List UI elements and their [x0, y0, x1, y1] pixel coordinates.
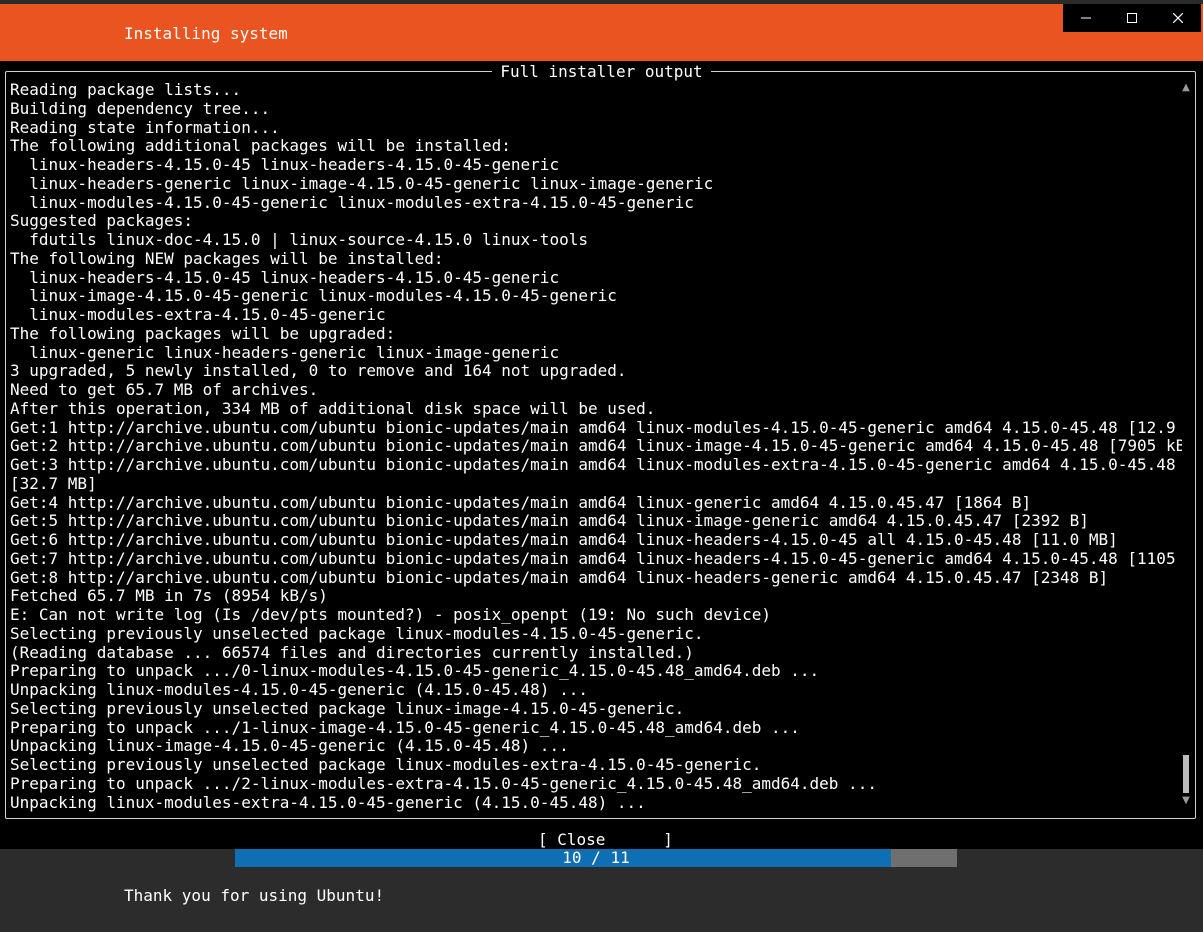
minimize-button[interactable] [1063, 4, 1109, 32]
log-line: Get:5 http://archive.ubuntu.com/ubuntu b… [10, 511, 1089, 531]
log-line: linux-modules-extra-4.15.0-45-generic [10, 305, 386, 324]
log-scrollbar[interactable]: ▲ ▼ [1180, 80, 1192, 810]
log-line: The following packages will be upgraded: [10, 323, 396, 343]
log-line: [32.7 MB] [10, 473, 97, 493]
progress-bar: 10 / 11 [235, 849, 957, 867]
log-line: Get:7 http://archive.ubuntu.com/ubuntu b… [10, 548, 1182, 568]
scroll-down-arrow-icon[interactable]: ▼ [1181, 795, 1191, 807]
log-line: Unpacking linux-modules-extra-4.15.0-45-… [10, 792, 646, 812]
minimize-icon [1081, 17, 1091, 19]
installer-header: Installing system [0, 4, 1203, 61]
log-line: fdutils linux-doc-4.15.0 | linux-source-… [10, 230, 588, 249]
log-line: Reading package lists... [10, 81, 242, 99]
close-button[interactable]: [ Close ] [538, 831, 673, 849]
maximize-icon [1127, 13, 1137, 23]
log-line: linux-image-4.15.0-45-generic linux-modu… [10, 286, 617, 306]
maximize-button[interactable] [1109, 4, 1155, 32]
installer-footer: 10 / 11 Thank you for using Ubuntu! [0, 849, 1203, 932]
log-line: Building dependency tree... [10, 98, 271, 118]
log-line: Selecting previously unselected package … [10, 623, 704, 643]
scroll-thumb[interactable] [1183, 755, 1189, 793]
log-line: linux-modules-4.15.0-45-generic linux-mo… [10, 192, 694, 212]
window-controls [1063, 4, 1201, 32]
log-line: Get:6 http://archive.ubuntu.com/ubuntu b… [10, 530, 1118, 549]
log-line: linux-headers-4.15.0-45 linux-headers-4.… [10, 267, 560, 287]
log-line: Preparing to unpack .../1-linux-image-4.… [10, 717, 800, 737]
log-line: Suggested packages: [10, 211, 194, 231]
log-line: Preparing to unpack .../2-linux-modules-… [10, 773, 877, 793]
log-line: Preparing to unpack .../0-linux-modules-… [10, 661, 820, 681]
installer-log[interactable]: Reading package lists... Building depende… [10, 81, 1182, 816]
log-line: Get:3 http://archive.ubuntu.com/ubuntu b… [10, 455, 1176, 474]
progress-text: 10 / 11 [562, 848, 630, 867]
log-line: Reading state information... [10, 117, 280, 137]
log-line: Get:1 http://archive.ubuntu.com/ubuntu b… [10, 417, 1182, 437]
output-frame-title: Full installer output [0, 62, 1203, 81]
output-title-text: Full installer output [492, 62, 711, 81]
log-line: 3 upgraded, 5 newly installed, 0 to remo… [10, 361, 627, 381]
footer-message: Thank you for using Ubuntu! [124, 886, 385, 905]
scroll-up-arrow-icon[interactable]: ▲ [1181, 82, 1191, 94]
log-line: Unpacking linux-modules-4.15.0-45-generi… [10, 680, 588, 699]
log-line: Need to get 65.7 MB of archives. [10, 380, 319, 399]
page-title: Installing system [124, 24, 288, 43]
log-line: E: Can not write log (Is /dev/pts mounte… [10, 605, 771, 624]
close-icon [1173, 13, 1183, 23]
log-line: Get:4 http://archive.ubuntu.com/ubuntu b… [10, 492, 1032, 512]
log-line: Unpacking linux-image-4.15.0-45-generic … [10, 736, 569, 756]
log-line: After this operation, 334 MB of addition… [10, 398, 656, 418]
log-line: linux-headers-generic linux-image-4.15.0… [10, 173, 714, 193]
log-line: Selecting previously unselected package … [10, 698, 685, 718]
log-line: The following NEW packages will be insta… [10, 248, 444, 268]
log-line: Selecting previously unselected package … [10, 755, 762, 774]
log-line: Get:2 http://archive.ubuntu.com/ubuntu b… [10, 436, 1182, 456]
log-line: The following additional packages will b… [10, 136, 511, 156]
log-line: Get:8 http://archive.ubuntu.com/ubuntu b… [10, 567, 1109, 587]
log-line: linux-generic linux-headers-generic linu… [10, 342, 560, 362]
close-window-button[interactable] [1155, 4, 1201, 32]
log-line: linux-headers-4.15.0-45 linux-headers-4.… [10, 155, 560, 174]
log-line: (Reading database ... 66574 files and di… [10, 642, 694, 662]
log-line: Fetched 65.7 MB in 7s (8954 kB/s) [10, 586, 328, 606]
